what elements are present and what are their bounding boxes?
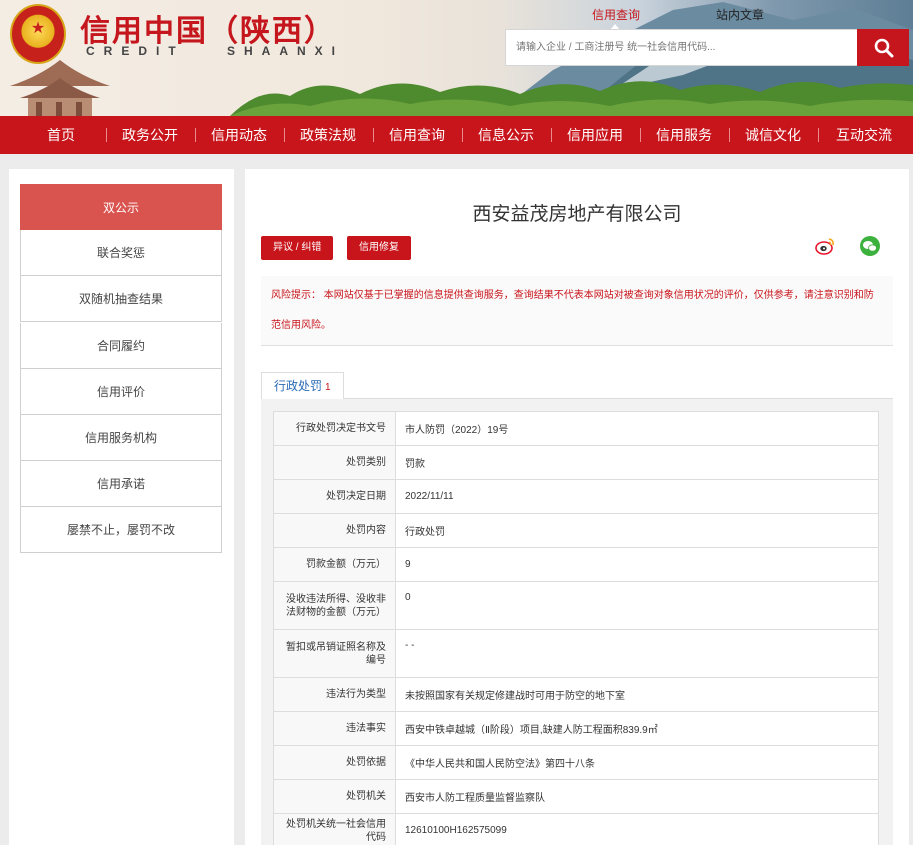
- nav-divider: [640, 128, 641, 142]
- side-item-random-inspection[interactable]: 双随机抽查结果: [20, 276, 222, 322]
- table-row: 暂扣或吊销证照名称及编号 - -: [273, 629, 879, 678]
- side-item-joint-rewards[interactable]: 联合奖惩: [20, 230, 222, 276]
- side-item-credit-evaluation[interactable]: 信用评价: [20, 369, 222, 415]
- nav-integrity-culture[interactable]: 诚信文化: [741, 116, 805, 154]
- field-value: 西安中铁卓越城（Ⅱ阶段）项目,缺建人防工程面积839.9㎡: [395, 711, 879, 746]
- field-value: 罚款: [395, 445, 879, 480]
- search-icon: [874, 38, 894, 58]
- field-value: 市人防罚（2022）19号: [395, 411, 879, 446]
- field-value: 《中华人民共和国人民防空法》第四十八条: [395, 745, 879, 780]
- trees-illustration: [230, 81, 913, 116]
- record-tabs: 行政处罚 1: [261, 372, 893, 400]
- field-label: 处罚类别: [273, 445, 396, 480]
- table-row: 处罚机关统一社会信用代码 12610100H162575099: [273, 813, 879, 845]
- table-row: 没收违法所得、没收非法财物的金额（万元） 0: [273, 581, 879, 630]
- nav-divider: [106, 128, 107, 142]
- field-value: 0: [395, 581, 879, 630]
- side-item-credit-commitment[interactable]: 信用承诺: [20, 461, 222, 507]
- tab-count-badge: 1: [325, 382, 331, 393]
- field-value: 西安市人防工程质量监督监察队: [395, 779, 879, 814]
- risk-notice: 风险提示： 本网站仅基于已掌握的信息提供查询服务，查询结果不代表本网站对被查询对…: [261, 276, 893, 346]
- table-row: 处罚依据 《中华人民共和国人民防空法》第四十八条: [273, 745, 879, 780]
- nav-divider: [195, 128, 196, 142]
- field-value: 未按照国家有关规定修建战时可用于防空的地下室: [395, 677, 879, 712]
- tab-site-articles[interactable]: 站内文章: [716, 6, 764, 23]
- field-label: 处罚内容: [273, 513, 396, 548]
- weibo-icon[interactable]: [814, 235, 836, 257]
- nav-divider: [729, 128, 730, 142]
- nav-divider: [284, 128, 285, 142]
- nav-divider: [551, 128, 552, 142]
- nav-divider: [818, 128, 819, 142]
- table-row: 处罚决定日期 2022/11/11: [273, 479, 879, 514]
- side-menu: 双公示 联合奖惩 双随机抽查结果 合同履约 信用评价 信用服务机构 信用承诺 屡…: [9, 169, 234, 845]
- field-value: 12610100H162575099: [395, 813, 879, 845]
- main-nav: 首页 政务公开 信用动态 政策法规 信用查询 信息公示 信用应用 信用服务 诚信…: [0, 116, 913, 154]
- site-subtitle: CREDIT SHAANXI: [86, 44, 345, 58]
- field-label: 处罚机关: [273, 779, 396, 814]
- table-row: 处罚类别 罚款: [273, 445, 879, 480]
- field-label: 处罚依据: [273, 745, 396, 780]
- field-label: 罚款金额（万元）: [273, 547, 396, 582]
- table-row: 违法行为类型 未按照国家有关规定修建战时可用于防空的地下室: [273, 677, 879, 712]
- field-label: 没收违法所得、没收非法财物的金额（万元）: [273, 581, 396, 630]
- nav-interaction[interactable]: 互动交流: [832, 116, 896, 154]
- table-row: 行政处罚决定书文号 市人防罚（2022）19号: [273, 411, 879, 446]
- header-banner: ★ 信用中国（陕西） CREDIT SHAANXI 信用查询 站内文章: [0, 0, 913, 116]
- nav-home[interactable]: 首页: [30, 116, 92, 154]
- wechat-icon[interactable]: [859, 235, 881, 257]
- field-value: 行政处罚: [395, 513, 879, 548]
- penalty-table-container: 行政处罚决定书文号 市人防罚（2022）19号 处罚类别 罚款 处罚决定日期 2…: [261, 399, 893, 845]
- field-label: 违法事实: [273, 711, 396, 746]
- field-value: - -: [395, 629, 879, 678]
- nav-government-affairs[interactable]: 政务公开: [118, 116, 182, 154]
- main-panel: 西安益茂房地产有限公司 异议 / 纠错 信用修复 风险提示： 本网站仅基于已掌握…: [245, 169, 909, 845]
- nav-credit-application[interactable]: 信用应用: [563, 116, 627, 154]
- penalty-detail-table: 行政处罚决定书文号 市人防罚（2022）19号 处罚类别 罚款 处罚决定日期 2…: [273, 411, 879, 845]
- nav-credit-services[interactable]: 信用服务: [652, 116, 716, 154]
- side-item-repeat-offenders[interactable]: 屡禁不止，屡罚不改: [20, 507, 222, 553]
- search-input[interactable]: [505, 29, 858, 66]
- nav-divider: [462, 128, 463, 142]
- field-label: 处罚决定日期: [273, 479, 396, 514]
- nav-policies[interactable]: 政策法规: [296, 116, 360, 154]
- objection-button[interactable]: 异议 / 纠错: [261, 236, 334, 260]
- field-label: 违法行为类型: [273, 677, 396, 712]
- tab-administrative-penalty[interactable]: 行政处罚 1: [261, 372, 344, 400]
- field-label: 行政处罚决定书文号: [273, 411, 396, 446]
- side-item-credit-service-agencies[interactable]: 信用服务机构: [20, 415, 222, 461]
- side-item-double-publicity[interactable]: 双公示: [20, 184, 222, 230]
- table-row: 罚款金额（万元） 9: [273, 547, 879, 582]
- nav-information-disclosure[interactable]: 信息公示: [474, 116, 538, 154]
- table-row: 处罚内容 行政处罚: [273, 513, 879, 548]
- company-name: 西安益茂房地产有限公司: [472, 204, 682, 225]
- national-emblem-icon: ★: [10, 4, 66, 64]
- field-label: 处罚机关统一社会信用代码: [273, 813, 396, 845]
- nav-credit-news[interactable]: 信用动态: [207, 116, 271, 154]
- field-value: 9: [395, 547, 879, 582]
- field-value: 2022/11/11: [395, 479, 879, 514]
- table-row: 处罚机关 西安市人防工程质量监督监察队: [273, 779, 879, 814]
- nav-divider: [373, 128, 374, 142]
- credit-repair-button[interactable]: 信用修复: [347, 236, 411, 260]
- tab-credit-query[interactable]: 信用查询: [592, 6, 640, 30]
- side-item-contract-performance[interactable]: 合同履约: [20, 323, 222, 369]
- table-row: 违法事实 西安中铁卓越城（Ⅱ阶段）项目,缺建人防工程面积839.9㎡: [273, 711, 879, 746]
- nav-credit-query[interactable]: 信用查询: [385, 116, 449, 154]
- tab-label: 行政处罚: [274, 379, 323, 393]
- field-label: 暂扣或吊销证照名称及编号: [273, 629, 396, 678]
- search-button[interactable]: [857, 29, 909, 66]
